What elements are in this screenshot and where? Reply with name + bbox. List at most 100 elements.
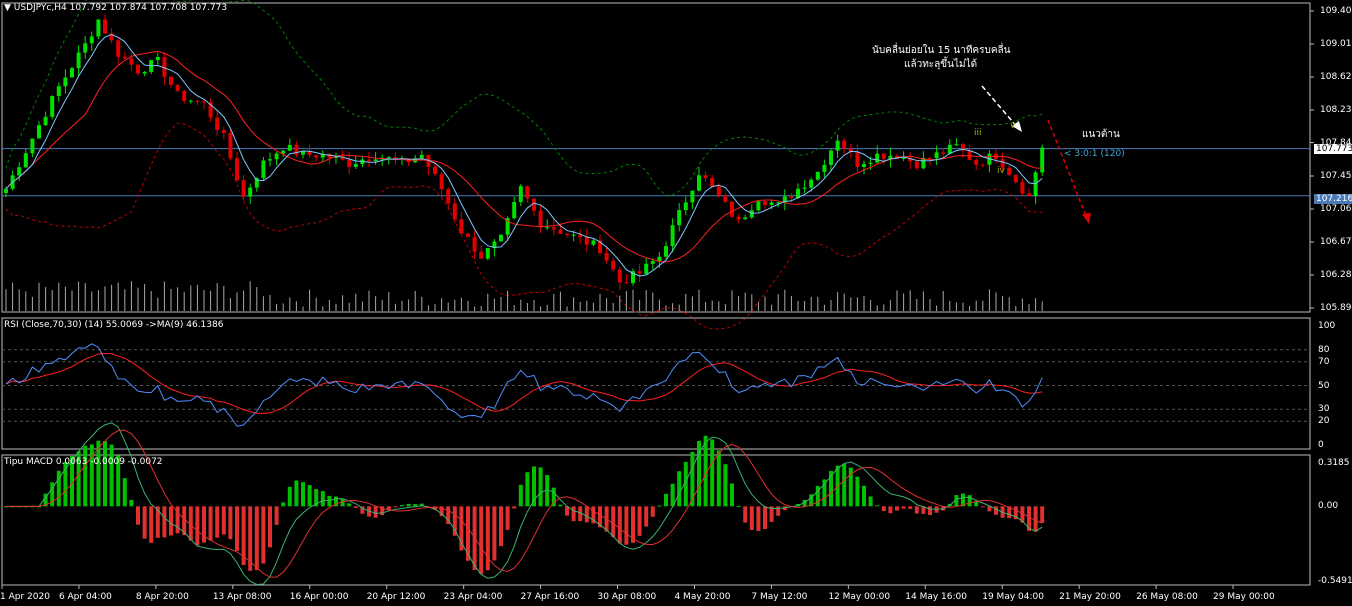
candle-body (637, 271, 642, 274)
candle-body (980, 164, 985, 166)
candle-body (624, 282, 629, 284)
rsi-ma-line (5, 353, 1043, 414)
hline-price-marker: 107.216 (1314, 194, 1352, 204)
macd-histogram-bar (459, 506, 464, 551)
resistance-label: แนวต้าน (1082, 129, 1120, 140)
candle-body (485, 248, 490, 259)
macd-histogram-bar (413, 504, 418, 507)
macd-histogram-bar (763, 506, 767, 530)
candle-body (56, 86, 61, 96)
macd-signal-line (6, 429, 1043, 578)
macd-histogram-bar (294, 480, 299, 507)
price-tick-label: 109.010 (1320, 39, 1352, 49)
candle-body (142, 71, 147, 74)
annotation-note-line2: แล้วทะลุขึ้นไม่ได้ (904, 59, 978, 70)
macd-histogram-bar (558, 504, 563, 507)
candle-body (459, 219, 464, 234)
macd-histogram-bar (881, 506, 886, 511)
rsi-header: RSI (Close,70,30) (14) 55.0069 ->MA(9) 4… (4, 320, 224, 330)
macd-histogram-bar (301, 482, 305, 507)
macd-histogram-bar (400, 505, 404, 507)
candle-body (928, 157, 932, 159)
candle-body (129, 58, 134, 65)
macd-histogram-bar (307, 485, 312, 507)
macd-histogram-bar (974, 501, 979, 507)
time-tick-label: 23 Apr 04:00 (443, 592, 503, 602)
macd-line (6, 422, 1043, 585)
macd-histogram-bar (103, 441, 107, 507)
candle-body (314, 155, 319, 158)
candle-body (175, 84, 180, 91)
candle-body (776, 202, 781, 204)
candle-body (215, 117, 220, 130)
time-tick-label: 8 Apr 20:00 (135, 592, 189, 602)
candle-body (439, 173, 444, 190)
candle-body (611, 260, 616, 270)
band-lower-line (5, 122, 1043, 330)
time-tick-label: 20 Apr 12:00 (366, 592, 426, 602)
time-tick-label: 4 May 20:00 (674, 592, 731, 602)
macd-histogram-bar (538, 467, 543, 507)
candle-body (697, 175, 701, 191)
candle-body (479, 251, 484, 259)
macd-histogram-bar (710, 439, 715, 507)
candle-body (274, 153, 279, 160)
current-price-marker: 107.773 (1314, 144, 1352, 154)
rsi-tick-label: 0 (1318, 440, 1324, 450)
candle-body (452, 203, 457, 220)
wave-label-iii: iii (974, 128, 982, 138)
candle-body (30, 138, 35, 154)
macd-histogram-bar (875, 505, 880, 507)
price-chart-canvas[interactable] (0, 0, 1352, 606)
rsi-tick-label: 20 (1318, 416, 1330, 427)
time-tick-label: 14 May 16:00 (905, 592, 967, 602)
macd-histogram-bar (611, 506, 616, 538)
candle-body (96, 19, 101, 37)
candle-body (347, 159, 352, 168)
candle-body (525, 186, 530, 199)
macd-histogram-bar (129, 499, 134, 507)
price-tick-label: 106.670 (1320, 237, 1352, 247)
macd-histogram-bar (756, 506, 761, 531)
macd-tick-label: 0.00 (1318, 501, 1339, 512)
candle-body (63, 77, 68, 87)
macd-histogram-bar (657, 505, 662, 507)
candle-body (221, 129, 226, 133)
dropdown-triangle-icon[interactable]: ▼ (4, 3, 11, 13)
candle-body (749, 210, 754, 218)
candle-body (241, 180, 246, 197)
ratio-label: < 3:0:1 (120) (1064, 149, 1125, 159)
macd-histogram-bar (637, 506, 642, 536)
macd-histogram-bar (149, 506, 154, 543)
candle-body (472, 236, 477, 252)
main-header: ▼ USDJPYc,H4 107.792 107.874 107.708 107… (4, 3, 227, 14)
candle-body (155, 56, 160, 61)
candle-body (268, 159, 272, 161)
candle-body (248, 187, 253, 197)
time-tick-label: 27 Apr 16:00 (520, 592, 580, 602)
candle-body (433, 166, 437, 174)
macd-histogram-bar (485, 506, 490, 571)
ma-slow-line (5, 50, 1043, 263)
macd-histogram-bar (644, 506, 649, 527)
candle-body (558, 229, 563, 234)
candle-body (802, 187, 807, 189)
candle-body (551, 227, 556, 230)
macd-histogram-bar (842, 463, 847, 507)
candle-body (862, 163, 866, 167)
candle-body (703, 175, 708, 179)
candle-body (769, 202, 774, 205)
macd-histogram-bar (499, 506, 503, 547)
candle-body (235, 158, 239, 181)
candle-body (743, 217, 748, 220)
candle-body (419, 154, 424, 159)
candle-body (868, 162, 873, 164)
candle-body (822, 164, 827, 172)
candle-body (512, 201, 517, 219)
rsi-tick-label: 100 (1318, 321, 1336, 331)
price-tick-label: 107.060 (1320, 204, 1352, 214)
candle-body (23, 153, 28, 168)
candle-body (76, 52, 81, 69)
candle-body (195, 100, 200, 102)
macd-histogram-bar (571, 506, 576, 522)
